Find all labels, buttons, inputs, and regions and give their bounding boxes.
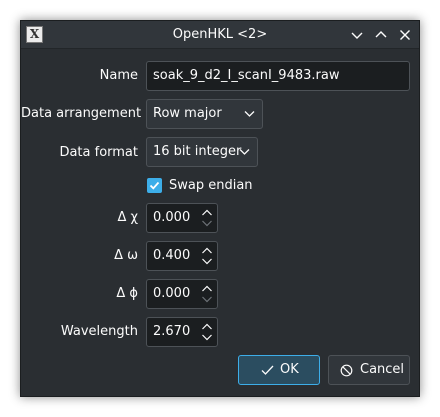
data-arrangement-label: Data arrangement — [21, 106, 142, 121]
name-label: Name — [99, 68, 138, 83]
data-arrangement-select[interactable]: Row major — [146, 99, 263, 129]
ok-label: OK — [280, 362, 299, 377]
name-field[interactable]: soak_9_d2_I_scanI_9483.raw — [146, 61, 410, 91]
chevron-down-icon — [239, 149, 250, 155]
cancel-button[interactable]: Cancel — [328, 355, 410, 385]
delta-omega-label: Δ ω — [114, 248, 138, 263]
wavelength-spinbox[interactable]: 2.670 — [146, 317, 218, 347]
chevron-down-icon — [244, 111, 255, 117]
spin-arrows-icon[interactable] — [201, 322, 213, 342]
delta-phi-label: Δ ϕ — [116, 286, 138, 301]
data-format-value: 16 bit integer — [153, 144, 242, 159]
delta-phi-spinbox[interactable]: 0.000 — [146, 279, 218, 309]
checkmark-icon — [149, 181, 160, 190]
spin-arrows-icon[interactable] — [201, 246, 213, 266]
ok-button[interactable]: OK — [238, 355, 320, 385]
spin-arrows-icon[interactable] — [201, 284, 213, 304]
delta-chi-spinbox[interactable]: 0.000 — [146, 203, 218, 233]
data-format-label: Data format — [59, 145, 138, 160]
close-icon — [400, 30, 410, 40]
cancel-label: Cancel — [360, 362, 405, 377]
wavelength-value: 2.670 — [153, 324, 191, 339]
cancel-icon — [340, 364, 353, 377]
checkmark-icon — [261, 365, 274, 375]
close-button[interactable] — [396, 26, 414, 44]
data-arrangement-value: Row major — [153, 106, 222, 121]
wavelength-label: Wavelength — [60, 324, 138, 339]
title-bar[interactable]: X OpenHKL <2> — [21, 21, 419, 49]
delta-omega-value: 0.400 — [153, 248, 191, 263]
data-format-select[interactable]: 16 bit integer — [146, 137, 258, 167]
minimize-button[interactable] — [348, 26, 366, 44]
swap-endian-label: Swap endian — [169, 178, 253, 193]
delta-chi-label: Δ χ — [117, 210, 138, 225]
maximize-button[interactable] — [372, 26, 390, 44]
swap-endian-checkbox[interactable] — [147, 178, 162, 193]
dialog-window: X OpenHKL <2> Name soak_9_d2_I_scanI_948… — [20, 20, 420, 397]
delta-chi-value: 0.000 — [153, 210, 191, 225]
maximize-icon — [375, 31, 387, 38]
minimize-icon — [351, 32, 363, 39]
name-value: soak_9_d2_I_scanI_9483.raw — [153, 68, 340, 83]
delta-omega-spinbox[interactable]: 0.400 — [146, 241, 218, 271]
spin-arrows-icon[interactable] — [201, 208, 213, 228]
delta-phi-value: 0.000 — [153, 286, 191, 301]
